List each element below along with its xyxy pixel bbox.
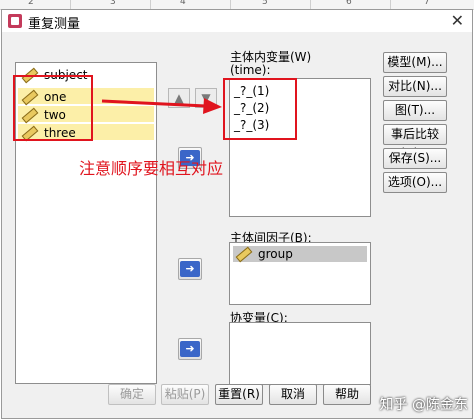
- move-to-covariate-button[interactable]: ➜: [178, 338, 202, 360]
- annotation-box-source: [13, 75, 93, 141]
- between-subjects-list[interactable]: group: [229, 242, 371, 305]
- annotation-note: 注意顺序要相互对应: [79, 159, 224, 178]
- annotation-arrow: [101, 98, 222, 114]
- column-label: 4: [180, 0, 186, 7]
- covariates-list[interactable]: [229, 322, 371, 385]
- options-button[interactable]: 选项(O)...: [383, 172, 447, 193]
- contrast-button[interactable]: 对比(N)...: [383, 76, 447, 97]
- column-label: 3: [110, 0, 116, 7]
- ruler-icon: [235, 246, 253, 263]
- annotation-box-within: [223, 78, 297, 140]
- arrow-right-icon: ➜: [180, 341, 200, 357]
- cancel-button[interactable]: 取消: [269, 384, 317, 405]
- watermark: 知乎 @陈金东: [379, 397, 468, 413]
- post-hoc-button[interactable]: 事后比较(H)...: [383, 124, 447, 160]
- save-button[interactable]: 保存(S)...: [383, 148, 447, 169]
- help-button[interactable]: 帮助: [323, 384, 371, 405]
- plots-button[interactable]: 图(T)...: [383, 100, 447, 121]
- column-label: 5: [262, 0, 268, 7]
- column-label: 6: [346, 0, 352, 7]
- list-item[interactable]: group: [234, 246, 293, 263]
- column-label: 7: [424, 0, 430, 7]
- variable-label: group: [258, 247, 293, 261]
- move-to-between-button[interactable]: ➜: [178, 258, 202, 280]
- repeated-measures-dialog: 重复测量 ✕ subject one two three ▲ ▼ ➜ ➜ ➜ 主…: [1, 9, 473, 419]
- within-factor-label: (time):: [230, 63, 271, 77]
- dialog-title: 重复测量: [28, 17, 81, 32]
- ok-button[interactable]: 确定: [108, 384, 156, 405]
- column-label: 2: [28, 0, 34, 7]
- paste-button[interactable]: 粘贴(P): [161, 384, 209, 405]
- spss-app-icon: [8, 14, 22, 28]
- model-button[interactable]: 模型(M)...: [383, 52, 447, 73]
- annotation-arrow-shaft: [101, 99, 207, 108]
- title-bar: 重复测量 ✕: [2, 10, 472, 32]
- close-icon[interactable]: ✕: [451, 11, 464, 30]
- reset-button[interactable]: 重置(R): [215, 384, 263, 405]
- arrow-right-icon: ➜: [180, 261, 200, 277]
- annotation-arrow-head: [203, 98, 222, 114]
